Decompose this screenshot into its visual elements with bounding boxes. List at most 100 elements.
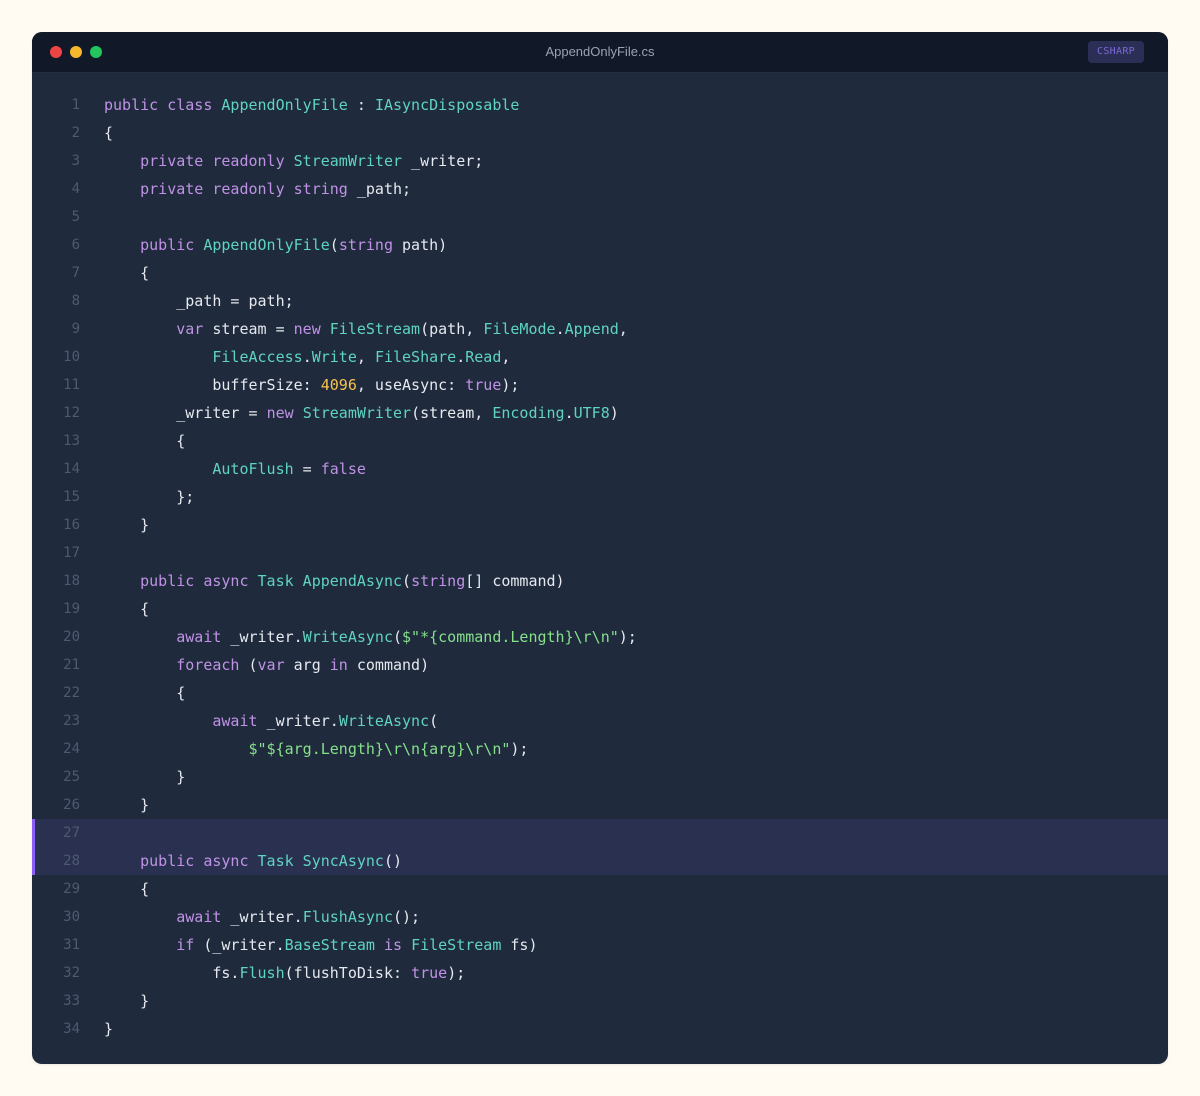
code-token-plain: _writer. xyxy=(221,908,303,926)
code-line[interactable]: 31 if (_writer.BaseStream is FileStream … xyxy=(32,931,1168,959)
code-text: bufferSize: 4096, useAsync: true); xyxy=(104,371,519,399)
code-text: { xyxy=(104,427,185,455)
code-token-plain: } xyxy=(104,1020,114,1038)
line-number: 25 xyxy=(63,769,80,785)
line-number: 32 xyxy=(63,965,80,981)
code-line[interactable]: 21 foreach (var arg in command) xyxy=(32,651,1168,679)
code-token-plain: , xyxy=(501,348,511,366)
code-token-plain: _writer = xyxy=(104,404,267,422)
code-line[interactable]: 8 _path = path; xyxy=(32,287,1168,315)
code-token-type: StreamWriter xyxy=(293,152,403,170)
code-text: _path = path; xyxy=(104,287,293,315)
code-token-type: BaseStream xyxy=(284,936,375,954)
code-token-plain: } xyxy=(104,768,186,786)
code-line[interactable]: 18 public async Task AppendAsync(string[… xyxy=(32,567,1168,595)
line-number: 22 xyxy=(63,685,80,701)
line-number: 27 xyxy=(63,825,80,841)
code-token-type: FileAccess xyxy=(212,348,303,366)
code-token-type: FileStream xyxy=(411,936,502,954)
line-number: 11 xyxy=(63,377,80,393)
code-line[interactable]: 9 var stream = new FileStream(path, File… xyxy=(32,315,1168,343)
code-text: public AppendOnlyFile(string path) xyxy=(104,231,447,259)
code-line[interactable]: 30 await _writer.FlushAsync(); xyxy=(32,903,1168,931)
line-number: 15 xyxy=(63,489,80,505)
code-token-plain: . xyxy=(564,404,574,422)
code-token-keyword: foreach xyxy=(104,656,240,674)
code-line[interactable]: 12 _writer = new StreamWriter(stream, En… xyxy=(32,399,1168,427)
code-token-plain: ) xyxy=(609,404,619,422)
code-line[interactable]: 28 public async Task SyncAsync() xyxy=(32,847,1168,875)
code-text: { xyxy=(104,679,185,707)
code-token-plain: { xyxy=(104,880,150,898)
code-text: } xyxy=(104,1015,113,1043)
code-token-keyword: var xyxy=(104,320,204,338)
line-number: 18 xyxy=(63,573,80,589)
code-token-keyword: new xyxy=(266,404,303,422)
code-line[interactable]: 4 private readonly string _path; xyxy=(32,175,1168,203)
code-token-plain: _writer. xyxy=(257,712,339,730)
code-line[interactable]: 14 AutoFlush = false xyxy=(32,455,1168,483)
line-number: 20 xyxy=(63,629,80,645)
code-line[interactable]: 11 bufferSize: 4096, useAsync: true); xyxy=(32,371,1168,399)
code-line[interactable]: 17 xyxy=(32,539,1168,567)
code-line[interactable]: 24 $"${arg.Length}\r\n{arg}\r\n"); xyxy=(32,735,1168,763)
code-window: AppendOnlyFile.cs CSHARP 1 public class A… xyxy=(32,32,1168,1064)
code-line[interactable]: 2{ xyxy=(32,119,1168,147)
code-line[interactable]: 10 FileAccess.Write, FileShare.Read, xyxy=(32,343,1168,371)
code-token-plain: _writer; xyxy=(402,152,484,170)
code-text: } xyxy=(104,763,185,791)
code-line[interactable]: 25 } xyxy=(32,763,1168,791)
code-line[interactable]: 20 await _writer.WriteAsync($"*{command.… xyxy=(32,623,1168,651)
code-token-plain: ); xyxy=(510,740,529,758)
code-token-type: FileMode xyxy=(483,320,556,338)
code-line[interactable]: 5 xyxy=(32,203,1168,231)
code-token-type: Encoding xyxy=(492,404,565,422)
code-text: public async Task AppendAsync(string[] c… xyxy=(104,567,564,595)
code-token-plain: (flushToDisk: xyxy=(284,964,412,982)
code-text: var stream = new FileStream(path, FileMo… xyxy=(104,315,628,343)
code-line[interactable]: 19 { xyxy=(32,595,1168,623)
code-line[interactable]: 13 { xyxy=(32,427,1168,455)
code-token-keyword: public class xyxy=(104,96,222,114)
code-line[interactable]: 33 } xyxy=(32,987,1168,1015)
code-token-plain: (stream, xyxy=(411,404,493,422)
line-number: 4 xyxy=(71,181,80,197)
code-token-plain: { xyxy=(104,684,186,702)
line-number: 10 xyxy=(63,349,80,365)
code-line[interactable]: 26 } xyxy=(32,791,1168,819)
code-line[interactable]: 15 }; xyxy=(32,483,1168,511)
line-number: 9 xyxy=(71,321,80,337)
code-line[interactable]: 6 public AppendOnlyFile(string path) xyxy=(32,231,1168,259)
code-token-keyword: private readonly xyxy=(104,152,294,170)
code-token-plain: : xyxy=(347,96,375,114)
code-token-type: Read xyxy=(465,348,502,366)
code-editor[interactable]: 1 public class AppendOnlyFile : IAsyncDis… xyxy=(32,91,1168,1043)
code-token-plain: ( xyxy=(429,712,439,730)
code-token-keyword: var xyxy=(257,656,285,674)
code-token-plain: ); xyxy=(447,964,466,982)
code-line[interactable]: 7 { xyxy=(32,259,1168,287)
code-line[interactable]: 3 private readonly StreamWriter _writer; xyxy=(32,147,1168,175)
code-token-keyword: is xyxy=(383,936,403,954)
title-bar: AppendOnlyFile.cs CSHARP xyxy=(32,32,1168,73)
code-line[interactable]: 1 public class AppendOnlyFile : IAsyncDis… xyxy=(32,91,1168,119)
code-line[interactable]: 32 fs.Flush(flushToDisk: true); xyxy=(32,959,1168,987)
code-line[interactable]: 29 { xyxy=(32,875,1168,903)
code-token-string: $"*{command.Length}\r\n" xyxy=(402,628,619,646)
code-line[interactable]: 23 await _writer.WriteAsync( xyxy=(32,707,1168,735)
code-line[interactable]: 34} xyxy=(32,1015,1168,1043)
code-token-type: FileStream xyxy=(329,320,421,338)
code-token-type: WriteAsync xyxy=(338,712,430,730)
code-token-type: Write xyxy=(311,348,357,366)
code-line[interactable]: 27 xyxy=(32,819,1168,847)
code-line[interactable]: 16 } xyxy=(32,511,1168,539)
code-token-string: $"${arg.Length}\r\n{arg}\r\n" xyxy=(248,740,511,758)
line-number: 5 xyxy=(71,209,80,225)
line-number: 30 xyxy=(63,909,80,925)
code-line[interactable]: 22 { xyxy=(32,679,1168,707)
code-token-keyword: await xyxy=(104,712,258,730)
code-token-type: Append xyxy=(564,320,619,338)
code-token-plain: , xyxy=(618,320,628,338)
